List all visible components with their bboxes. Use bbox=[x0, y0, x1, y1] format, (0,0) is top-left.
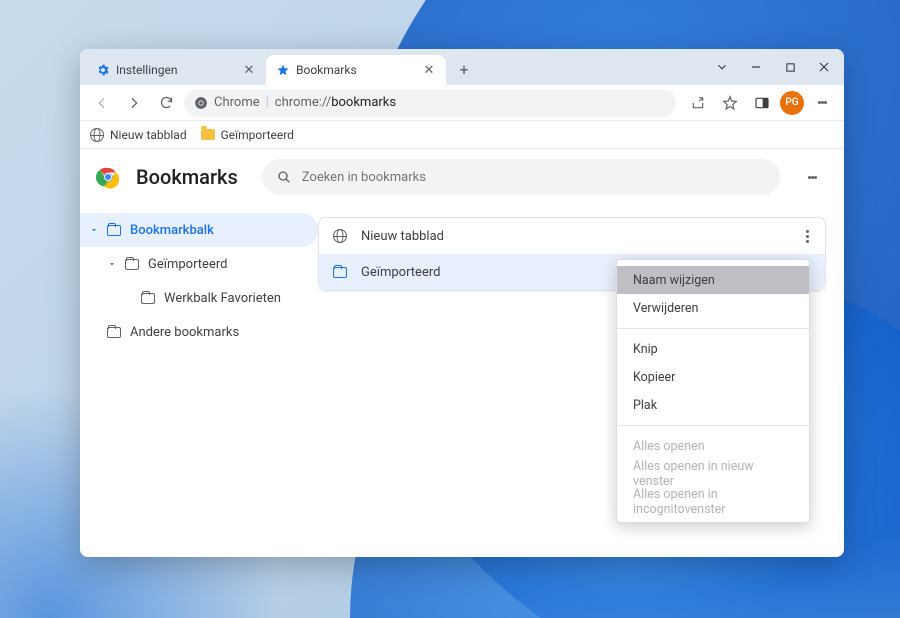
search-bookmarks[interactable] bbox=[262, 159, 780, 195]
bookmark-star-button[interactable] bbox=[716, 89, 744, 117]
tab-bookmarks[interactable]: Bookmarks ✕ bbox=[266, 55, 446, 85]
menu-divider bbox=[617, 425, 809, 426]
folder-icon bbox=[141, 293, 155, 304]
page-title: Bookmarks bbox=[136, 165, 238, 189]
reload-button[interactable] bbox=[152, 89, 180, 117]
tree-label: Andere bookmarks bbox=[130, 325, 239, 340]
bookmark-row[interactable]: Geïmporteerd Naam wijzigen Verwijderen K… bbox=[319, 254, 825, 290]
window-close-button[interactable] bbox=[808, 53, 840, 81]
search-icon bbox=[276, 169, 292, 185]
tab-title: Instellingen bbox=[116, 63, 236, 77]
tree-node-geimporteerd[interactable]: Geïmporteerd bbox=[80, 247, 318, 281]
ctx-rename[interactable]: Naam wijzigen bbox=[617, 266, 809, 294]
chrome-logo-icon bbox=[96, 165, 120, 189]
bookmarks-bar-label: Nieuw tabblad bbox=[110, 128, 187, 142]
bookmark-list-pane: Nieuw tabblad Geïmporteerd Naam wijzigen… bbox=[318, 205, 844, 557]
tree-label: Bookmarkbalk bbox=[130, 223, 214, 238]
ctx-copy[interactable]: Kopieer bbox=[617, 363, 809, 391]
bookmarks-bar-item[interactable]: Nieuw tabblad bbox=[90, 128, 187, 142]
chevron-down-icon[interactable] bbox=[102, 259, 122, 269]
context-menu: Naam wijzigen Verwijderen Knip Kopieer P… bbox=[616, 259, 810, 523]
url-path: bookmarks bbox=[331, 95, 396, 110]
ctx-cut[interactable]: Knip bbox=[617, 335, 809, 363]
menu-divider bbox=[617, 328, 809, 329]
bookmark-label: Geïmporteerd bbox=[361, 265, 440, 280]
tree-node-bookmarkbalk[interactable]: Bookmarkbalk bbox=[80, 213, 318, 247]
bookmarks-bar: Nieuw tabblad Geïmporteerd bbox=[80, 121, 844, 149]
minimize-button[interactable] bbox=[740, 53, 772, 81]
tab-search-button[interactable] bbox=[706, 53, 738, 81]
bookmarks-bar-item[interactable]: Geïmporteerd bbox=[201, 128, 294, 142]
side-panel-button[interactable] bbox=[748, 89, 776, 117]
chevron-down-icon[interactable] bbox=[84, 225, 104, 235]
maximize-button[interactable] bbox=[774, 53, 806, 81]
app-header: Bookmarks bbox=[80, 149, 844, 205]
bookmark-label: Nieuw tabblad bbox=[361, 229, 444, 244]
row-more-button[interactable] bbox=[802, 226, 813, 247]
bookmark-list: Nieuw tabblad Geïmporteerd Naam wijzigen… bbox=[318, 217, 826, 291]
forward-button[interactable] bbox=[120, 89, 148, 117]
tab-instellingen[interactable]: Instellingen ✕ bbox=[86, 55, 266, 85]
chrome-icon bbox=[194, 96, 208, 110]
tree-label: Werkbalk Favorieten bbox=[164, 291, 281, 306]
folder-icon bbox=[201, 129, 215, 140]
globe-icon bbox=[90, 128, 104, 142]
folder-icon bbox=[107, 225, 121, 236]
address-bar[interactable]: Chrome | chrome://bookmarks bbox=[184, 89, 676, 117]
chrome-window: Instellingen ✕ Bookmarks ✕ + bbox=[80, 49, 844, 557]
tab-strip: Instellingen ✕ Bookmarks ✕ + bbox=[80, 49, 844, 85]
gear-icon bbox=[96, 63, 110, 77]
back-button[interactable] bbox=[88, 89, 116, 117]
share-button[interactable] bbox=[684, 89, 712, 117]
star-icon bbox=[276, 63, 290, 77]
ctx-open-all-new-window: Alles openen in nieuw venster bbox=[617, 460, 809, 488]
folder-icon bbox=[333, 267, 347, 278]
ctx-open-all: Alles openen bbox=[617, 432, 809, 460]
tab-title: Bookmarks bbox=[296, 63, 416, 77]
new-tab-button[interactable]: + bbox=[450, 55, 478, 83]
tree-label: Geïmporteerd bbox=[148, 257, 227, 272]
ctx-paste[interactable]: Plak bbox=[617, 391, 809, 419]
close-icon[interactable]: ✕ bbox=[422, 63, 436, 77]
url-prefix: Chrome bbox=[214, 95, 260, 110]
ctx-delete[interactable]: Verwijderen bbox=[617, 294, 809, 322]
bookmarks-manager: Bookmarks Bookmarkbalk Geïmpo bbox=[80, 149, 844, 557]
search-input[interactable] bbox=[302, 170, 766, 185]
ctx-open-all-incognito: Alles openen in incognitovenster bbox=[617, 488, 809, 516]
close-icon[interactable]: ✕ bbox=[242, 63, 256, 77]
app-more-button[interactable] bbox=[796, 161, 828, 193]
bookmark-row[interactable]: Nieuw tabblad bbox=[319, 218, 825, 254]
profile-avatar[interactable]: PG bbox=[780, 91, 804, 115]
folder-tree: Bookmarkbalk Geïmporteerd Werkbalk Favor… bbox=[80, 205, 318, 557]
folder-icon bbox=[125, 259, 139, 270]
window-controls bbox=[706, 49, 840, 85]
folder-icon bbox=[107, 327, 121, 338]
bookmarks-bar-label: Geïmporteerd bbox=[221, 128, 294, 142]
tree-node-andere-bookmarks[interactable]: Andere bookmarks bbox=[80, 315, 318, 349]
chrome-menu-button[interactable] bbox=[808, 89, 836, 117]
url-scheme: chrome:// bbox=[275, 95, 331, 110]
globe-icon bbox=[333, 229, 347, 243]
toolbar: Chrome | chrome://bookmarks PG bbox=[80, 85, 844, 121]
tree-node-werkbalk-favorieten[interactable]: Werkbalk Favorieten bbox=[80, 281, 318, 315]
